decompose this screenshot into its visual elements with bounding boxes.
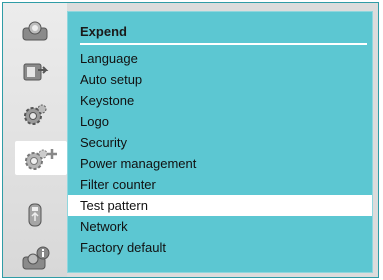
menu-item-network[interactable]: Network bbox=[68, 216, 372, 237]
menu-item-factory-default[interactable]: Factory default bbox=[68, 237, 372, 258]
expend-menu-list: Language Auto setup Keystone Logo Securi… bbox=[68, 48, 372, 258]
expand-settings-icon bbox=[25, 149, 57, 170]
sidebar-item-info[interactable] bbox=[9, 241, 59, 275]
sidebar bbox=[3, 3, 67, 277]
menu-item-test-pattern[interactable]: Test pattern bbox=[68, 195, 372, 216]
menu-item-security[interactable]: Security bbox=[68, 132, 372, 153]
menu-window: Expend Language Auto setup Keystone Logo… bbox=[2, 2, 379, 278]
panel-title: Expend bbox=[80, 24, 127, 39]
projector-icon bbox=[22, 21, 48, 41]
sidebar-item-projector[interactable] bbox=[9, 15, 59, 49]
sidebar-item-settings[interactable] bbox=[9, 97, 59, 131]
menu-item-keystone[interactable]: Keystone bbox=[68, 90, 372, 111]
title-divider bbox=[80, 43, 367, 45]
menu-item-power-management[interactable]: Power management bbox=[68, 153, 372, 174]
gear-settings-icon bbox=[24, 104, 47, 125]
menu-item-language[interactable]: Language bbox=[68, 48, 372, 69]
menu-item-filter-counter[interactable]: Filter counter bbox=[68, 174, 372, 195]
menu-item-auto-setup[interactable]: Auto setup bbox=[68, 69, 372, 90]
sidebar-item-input[interactable] bbox=[9, 55, 59, 89]
menu-item-logo[interactable]: Logo bbox=[68, 111, 372, 132]
sidebar-item-expand[interactable] bbox=[15, 141, 67, 175]
sidebar-item-usb[interactable] bbox=[9, 197, 59, 231]
info-icon bbox=[22, 246, 50, 270]
input-source-icon bbox=[23, 63, 49, 81]
menu-panel: Expend Language Auto setup Keystone Logo… bbox=[67, 11, 373, 273]
usb-memory-icon bbox=[28, 203, 42, 227]
